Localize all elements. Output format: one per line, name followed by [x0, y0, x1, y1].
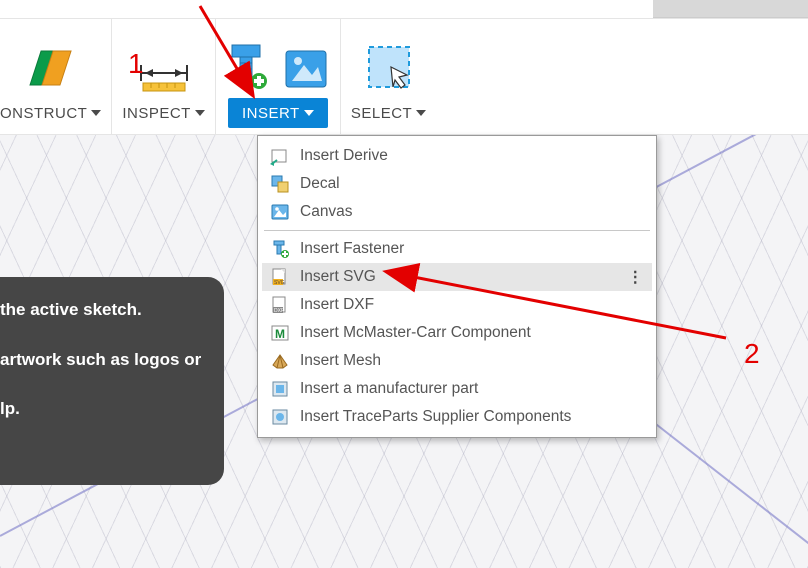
help-tooltip: the active sketch. artwork such as logos… [0, 277, 224, 485]
fastener-icon [270, 239, 290, 259]
menu-item-insert-fastener[interactable]: Insert Fastener [262, 235, 652, 263]
menu-item-label: Insert TraceParts Supplier Components [300, 408, 571, 426]
top-ghost-tab [653, 0, 808, 18]
toolbar-group-select[interactable]: SELECT [340, 19, 436, 134]
menu-item-insert-mcmaster[interactable]: M Insert McMaster-Carr Component [262, 319, 652, 347]
main-toolbar: ONSTRUCT [0, 18, 808, 135]
menu-item-label: Insert SVG [300, 268, 376, 286]
toolbar-label: INSPECT [122, 105, 191, 122]
derive-icon [270, 146, 290, 166]
tooltip-line: artwork such as logos or [0, 347, 206, 373]
menu-item-canvas[interactable]: Canvas [262, 198, 652, 226]
toolbar-group-inspect[interactable]: INSPECT [111, 19, 215, 134]
menu-item-insert-dxf[interactable]: DXF Insert DXF [262, 291, 652, 319]
chevron-down-icon [91, 110, 101, 116]
menu-item-insert-mesh[interactable]: Insert Mesh [262, 347, 652, 375]
annotation-number-1: 1 [128, 48, 144, 80]
toolbar-group-construct[interactable]: ONSTRUCT [0, 19, 111, 134]
menu-separator [264, 230, 650, 231]
svg-text:M: M [275, 327, 285, 341]
insert-fastener-icon [226, 41, 272, 98]
insert-canvas-icon [282, 45, 330, 98]
construct-plane-icon [25, 45, 77, 98]
menu-item-label: Insert DXF [300, 296, 374, 314]
menu-item-insert-svg[interactable]: SVG Insert SVG ⋮ [262, 263, 652, 291]
app-stage: ONSTRUCT [0, 0, 808, 568]
dxf-file-icon: DXF [270, 295, 290, 315]
svg-text:DXF: DXF [274, 308, 284, 314]
traceparts-icon [270, 407, 290, 427]
decal-icon [270, 174, 290, 194]
kebab-icon[interactable]: ⋮ [628, 268, 645, 287]
toolbar-group-insert[interactable]: INSERT [215, 19, 340, 134]
toolbar-label: ONSTRUCT [0, 105, 87, 122]
menu-item-label: Insert a manufacturer part [300, 380, 478, 398]
chevron-down-icon [416, 110, 426, 116]
menu-item-label: Canvas [300, 203, 353, 221]
toolbar-label: INSERT [242, 105, 300, 122]
menu-item-insert-manufacturer-part[interactable]: Insert a manufacturer part [262, 375, 652, 403]
menu-item-decal[interactable]: Decal [262, 170, 652, 198]
manufacturer-part-icon [270, 379, 290, 399]
insert-dropdown-menu: Insert Derive Decal Canvas Insert Fasten… [257, 135, 657, 438]
menu-item-label: Decal [300, 175, 340, 193]
toolbar-label: SELECT [351, 105, 412, 122]
menu-item-label: Insert Derive [300, 147, 388, 165]
canvas-icon [270, 202, 290, 222]
menu-item-label: Insert McMaster-Carr Component [300, 324, 531, 342]
menu-item-insert-derive[interactable]: Insert Derive [262, 142, 652, 170]
chevron-down-icon [304, 110, 314, 116]
menu-item-label: Insert Mesh [300, 352, 381, 370]
mesh-icon [270, 351, 290, 371]
menu-item-label: Insert Fastener [300, 240, 404, 258]
select-icon [363, 41, 415, 98]
mcmaster-icon: M [270, 323, 290, 343]
toolbar-label-active[interactable]: INSERT [228, 98, 328, 128]
svg-file-icon: SVG [270, 267, 290, 287]
chevron-down-icon [195, 110, 205, 116]
annotation-number-2: 2 [744, 338, 760, 370]
svg-text:SVG: SVG [274, 280, 285, 286]
menu-item-insert-traceparts[interactable]: Insert TraceParts Supplier Components [262, 403, 652, 431]
tooltip-line: the active sketch. [0, 297, 206, 323]
tooltip-line: lp. [0, 396, 206, 422]
